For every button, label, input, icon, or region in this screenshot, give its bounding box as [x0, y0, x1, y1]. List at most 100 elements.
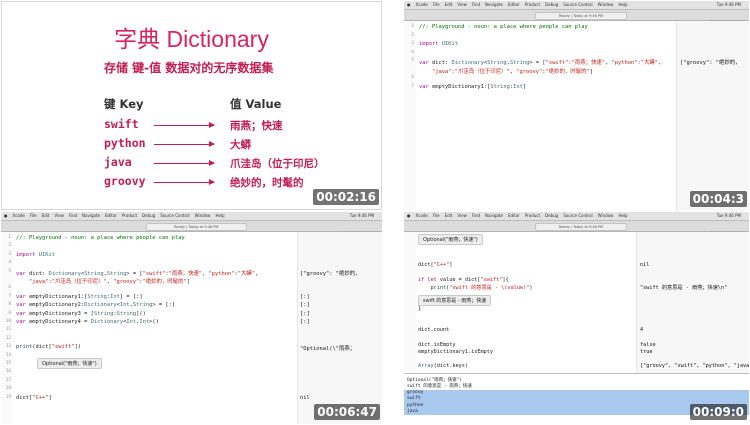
menu-item[interactable]: Product: [122, 213, 137, 218]
menu-item[interactable]: Xcode: [416, 2, 428, 7]
menu-item[interactable]: Xcode: [13, 213, 25, 218]
code-line[interactable]: dict["C++"]: [418, 262, 452, 268]
console-line[interactable]: groovy: [407, 390, 423, 395]
menu-item[interactable]: File: [433, 2, 440, 7]
menu-item[interactable]: Navigate: [485, 213, 503, 218]
menu-item[interactable]: Debug: [545, 2, 558, 7]
playground-result[interactable]: "swift 的意思是 - 雨燕；快速\n": [640, 284, 727, 291]
menu-item[interactable]: Navigate: [485, 2, 503, 7]
arrow-icon: [154, 122, 215, 128]
menu-item[interactable]: Find: [472, 2, 480, 7]
menu-item[interactable]: Xcode: [416, 213, 428, 218]
code-line[interactable]: var dict: Dictionary<String,String> = ["…: [16, 269, 258, 277]
menu-item[interactable]: Help: [215, 213, 224, 218]
key-header: 键 Key: [104, 97, 144, 111]
menu-item[interactable]: Source Control: [160, 213, 189, 218]
menu-item[interactable]: Find: [69, 213, 77, 218]
code-line[interactable]: dict.isEmpty: [418, 342, 455, 348]
line-number: 4: [8, 260, 11, 266]
line-number: 7: [411, 83, 414, 89]
menu-item[interactable]: Find: [472, 213, 480, 218]
code-line[interactable]: "java":"爪洼岛（位于印尼）", "groovy":"绝妙的，时髦的"]: [419, 67, 593, 75]
code-line[interactable]: //: Playground - noun: a place where peo…: [16, 235, 185, 241]
playground-result[interactable]: nil: [300, 395, 310, 401]
playground-result[interactable]: false: [640, 342, 656, 348]
menu-item[interactable]: File: [433, 213, 440, 218]
console-line[interactable]: java: [407, 409, 418, 414]
playground-result[interactable]: ["groovy": "绝妙的，: [680, 58, 741, 66]
menu-item[interactable]: Editor: [508, 213, 520, 218]
playground-result[interactable]: [:]: [300, 294, 310, 300]
menu-item[interactable]: Product: [525, 2, 540, 7]
playground-result[interactable]: [:]: [300, 302, 310, 308]
code-line[interactable]: import UIKit: [16, 252, 55, 258]
code-line[interactable]: if let value = dict["swift"]{: [418, 277, 509, 283]
code-line[interactable]: dict.count: [418, 327, 449, 333]
code-line[interactable]: var emptyDictionary1:[String:Int]: [419, 84, 526, 90]
playground-result[interactable]: [:]: [300, 319, 310, 325]
menu-item[interactable]: View: [457, 2, 467, 7]
apple-icon[interactable]: ●: [4, 213, 8, 218]
code-line[interactable]: var emptyDictionary3 = [String:String](): [16, 311, 146, 317]
code-line[interactable]: dict["C++"]: [16, 395, 52, 401]
playground-result[interactable]: true: [640, 349, 653, 355]
line-number: 17: [5, 377, 11, 383]
menu-item[interactable]: File: [30, 213, 37, 218]
console-line[interactable]: Optional("雨燕；快速"): [407, 377, 462, 383]
code-line[interactable]: import UIKit: [419, 41, 458, 47]
code-line[interactable]: var emptyDictionary2:Dictionary<Int,Stri…: [16, 302, 175, 308]
console-line[interactable]: swift 的意思是 - 雨燕；快速: [407, 383, 472, 389]
playground-result[interactable]: ["groovy", "swift", "python", "java"]: [640, 363, 749, 369]
menu-item[interactable]: Editor: [508, 2, 520, 7]
menu-item[interactable]: Editor: [105, 213, 117, 218]
code-line[interactable]: var emptyDictionary1:[String:Int] = [:]: [16, 294, 143, 300]
dict-value: 绝妙的，时髦的: [230, 177, 304, 189]
line-number: 18: [5, 386, 11, 392]
menu-item[interactable]: Edit: [445, 213, 453, 218]
code-line[interactable]: var dict: Dictionary<String,String> = ["…: [419, 58, 661, 66]
code-line[interactable]: "java":"爪洼岛（位于印尼）", "groovy":"绝妙的，时髦的"]: [16, 277, 190, 285]
menu-item[interactable]: Window: [598, 213, 614, 218]
apple-icon[interactable]: ●: [407, 2, 411, 7]
code-line[interactable]: var emptyDictionary4 = Dictionary<Int,In…: [16, 319, 159, 325]
code-line[interactable]: Array(dict.keys): [418, 363, 468, 369]
menu-item[interactable]: Debug: [545, 213, 558, 218]
video-timestamp: 00:04:3: [689, 191, 747, 207]
value-header: 值 Value: [230, 97, 282, 111]
menu-item[interactable]: Source Control: [563, 213, 592, 218]
xcode-toolbar: Ready | Today at 9:46 PM: [404, 221, 749, 239]
playground-result[interactable]: "Optional(\"雨燕；: [300, 344, 355, 352]
menu-item[interactable]: Help: [618, 2, 627, 7]
dict-key: swift: [104, 117, 139, 131]
menu-item[interactable]: Debug: [142, 213, 155, 218]
console-line[interactable]: swift: [407, 396, 421, 401]
code-line[interactable]: }: [418, 306, 421, 312]
playground-result[interactable]: 4: [640, 327, 643, 333]
menu-item[interactable]: View: [457, 213, 467, 218]
code-line[interactable]: //: Playground - noun: a place where peo…: [419, 24, 588, 30]
menu-item[interactable]: Edit: [445, 2, 453, 7]
dict-value: 雨燕；快速: [230, 120, 283, 132]
menu-item[interactable]: Edit: [42, 213, 50, 218]
menu-item[interactable]: Window: [598, 2, 614, 7]
line-number: 19: [5, 394, 11, 400]
arrow-icon: [154, 141, 215, 147]
line-number: 15: [5, 361, 11, 366]
menu-item[interactable]: Product: [525, 213, 540, 218]
playground-result[interactable]: ["groovy": "绝妙的，: [300, 269, 361, 277]
code-line[interactable]: emptyDictionary1.isEmpty: [418, 349, 493, 355]
playground-result[interactable]: [:]: [300, 311, 310, 317]
menu-item[interactable]: Source Control: [563, 2, 592, 7]
line-number: 14: [5, 352, 11, 358]
menu-item[interactable]: Navigate: [82, 213, 100, 218]
apple-icon[interactable]: ●: [407, 213, 411, 218]
code-editor[interactable]: 1 //: Playground - noun: a place where pe…: [1, 232, 382, 424]
menu-item[interactable]: Window: [195, 213, 211, 218]
console-line[interactable]: python: [407, 403, 423, 408]
code-editor[interactable]: 1 //: Playground - noun: a place where pe…: [404, 21, 749, 211]
code-line[interactable]: print("swift 的意思是 - \(value)"): [418, 284, 533, 291]
playground-result[interactable]: nil: [640, 262, 649, 268]
menu-item[interactable]: Help: [618, 213, 627, 218]
code-line[interactable]: print(dict["swift"]): [16, 344, 81, 350]
menu-item[interactable]: View: [54, 213, 64, 218]
